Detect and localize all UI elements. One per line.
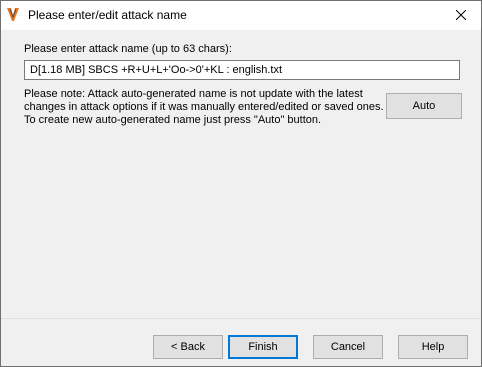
auto-button[interactable]: Auto xyxy=(386,93,462,119)
note-line: changes in attack options if it was manu… xyxy=(24,101,384,113)
title-bar[interactable]: Please enter/edit attack name xyxy=(1,1,481,30)
back-button[interactable]: < Back xyxy=(153,335,223,359)
cancel-button[interactable]: Cancel xyxy=(313,335,383,359)
close-icon xyxy=(456,10,466,20)
dialog-content: Please enter attack name (up to 63 chars… xyxy=(1,30,481,366)
note-line: Please note: Attack auto-generated name … xyxy=(24,88,363,100)
attack-name-input[interactable]: D[1.18 MB] SBCS +R+U+L+'Oo->0'+KL : engl… xyxy=(24,60,460,80)
window-title: Please enter/edit attack name xyxy=(28,8,187,22)
attack-name-label: Please enter attack name (up to 63 chars… xyxy=(24,43,232,55)
divider xyxy=(1,318,481,319)
finish-button[interactable]: Finish xyxy=(228,335,298,359)
help-button[interactable]: Help xyxy=(398,335,468,359)
app-logo-icon xyxy=(6,7,20,23)
note-text: Please note: Attack auto-generated name … xyxy=(24,88,384,127)
note-line: To create new auto-generated name just p… xyxy=(24,114,322,126)
dialog-window: Please enter/edit attack name Please ent… xyxy=(0,0,482,367)
close-button[interactable] xyxy=(441,1,481,30)
